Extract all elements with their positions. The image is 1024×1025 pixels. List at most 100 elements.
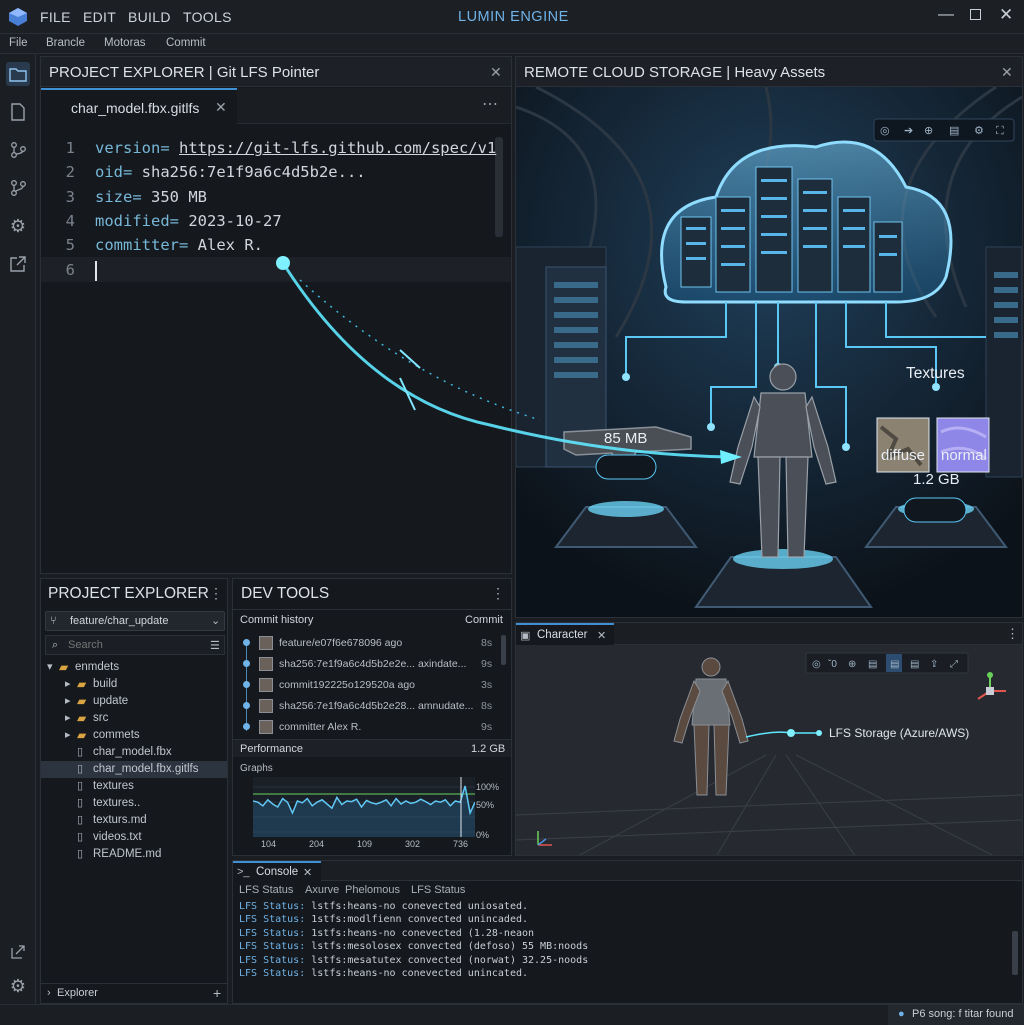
branch-selector[interactable]: ⑂ feature/char_update ⌄ — [45, 611, 225, 631]
commit-node-icon — [243, 660, 250, 667]
tree-item[interactable]: ▯ videos.txt — [41, 829, 227, 846]
tree-item[interactable]: ▸ ▰ build — [41, 676, 227, 693]
search-box[interactable]: ⌕ ☰ — [45, 635, 225, 655]
tab-close-icon[interactable]: ✕ — [597, 629, 606, 642]
commit-time: 8s — [481, 700, 493, 712]
performance-graph — [253, 777, 475, 837]
commit-row[interactable]: commit192225o129520a ago 3s — [233, 675, 501, 695]
line-number: 6 — [65, 260, 75, 279]
export-icon[interactable] — [6, 940, 30, 964]
commit-column-header: Commit — [465, 614, 503, 626]
explorer-footer-label[interactable]: Explorer — [57, 987, 98, 999]
console-filter-tab[interactable]: Axurve — [305, 884, 339, 896]
code-line[interactable]: modified= 2023-10-27 — [95, 212, 282, 230]
chevron-right-icon: ▸ — [65, 678, 71, 690]
avatar — [259, 720, 273, 734]
menu-build[interactable]: BUILD — [128, 9, 171, 25]
lfs-storage-label: LFS Storage (Azure/AWS) — [829, 726, 970, 740]
more-vertical-icon[interactable]: ⋮ — [209, 585, 223, 602]
svg-text:▤: ▤ — [868, 659, 877, 670]
tree-item[interactable]: ▸ ▰ commets — [41, 727, 227, 744]
character-viewport: ◎ ˇ0 ⊕ ▤ ▤ ▤ ⇪ ⤢ — [516, 645, 1022, 855]
console-line-prefix: LFS Status: — [239, 954, 306, 966]
submenu-file[interactable]: File — [9, 37, 28, 49]
code-line[interactable]: oid= sha256:7e1f9a6c4d5b2e... — [95, 163, 366, 181]
code-key: size= — [95, 187, 142, 206]
commit-row[interactable]: feature/e07f6e678096 ago 8s — [233, 633, 501, 653]
more-vertical-icon[interactable]: ⋮ — [491, 585, 505, 602]
tree-item-label: src — [93, 712, 109, 724]
code-line[interactable]: version= https://git-lfs.github.com/spec… — [95, 139, 496, 157]
console-line-prefix: LFS Status: — [239, 914, 306, 926]
file-icon: ▯ — [77, 797, 84, 809]
console-filter-tab[interactable]: Phelomous — [345, 884, 400, 896]
console-line-prefix: LFS Status: — [239, 901, 306, 912]
svg-text:⤢: ⤢ — [950, 659, 958, 670]
more-options-icon[interactable]: ⋯ — [482, 94, 498, 114]
line-number: 2 — [65, 163, 75, 182]
commit-time: 8s — [481, 637, 493, 649]
chevron-right-icon[interactable]: › — [47, 987, 51, 999]
tree-item[interactable]: ▯ texturs.md — [41, 812, 227, 829]
tree-item[interactable]: ▸ ▰ update — [41, 693, 227, 710]
branch-icon: ⑂ — [50, 615, 57, 627]
submenu-motoras[interactable]: Motoras — [104, 37, 146, 49]
code-key: version= — [95, 139, 170, 157]
console-filter-tab[interactable]: LFS Status — [239, 884, 293, 896]
tree-item-label: texturs.md — [93, 814, 147, 826]
normal-label: normal — [941, 447, 987, 464]
folder-icon: ▰ — [77, 728, 87, 742]
filter-icon[interactable]: ☰ — [210, 639, 220, 652]
add-icon[interactable]: + — [213, 985, 221, 1001]
commit-row[interactable]: committer Alex R. 9s — [233, 717, 501, 737]
tree-item[interactable]: ▯ textures.. — [41, 795, 227, 812]
tree-item[interactable]: ▯ README.md — [41, 846, 227, 863]
search-input[interactable] — [68, 637, 198, 653]
gear-icon[interactable]: ⚙ — [6, 974, 30, 998]
console-line-prefix: LFS Status: — [239, 941, 306, 953]
more-vertical-icon[interactable]: ⋮ — [1006, 626, 1019, 642]
external-link-icon[interactable] — [6, 252, 30, 276]
tree-item[interactable]: ▯ char_model.fbx — [41, 744, 227, 761]
svg-text:⊕: ⊕ — [848, 659, 856, 670]
console-filter-tab[interactable]: LFS Status — [411, 884, 465, 896]
source-control-icon[interactable] — [6, 138, 30, 162]
code-line[interactable]: size= 350 MB — [95, 188, 207, 206]
character-tab[interactable]: ▣ Character ✕ — [516, 623, 614, 645]
commit-message: sha256:7e1f9a6c4d5b2e28... amnudate... — [279, 700, 474, 712]
status-item[interactable]: ● P6 song: f titar found — [888, 1005, 1024, 1025]
commit-row[interactable]: sha256:7e1f9a6c4d5b2e28... amnudate... 8s — [233, 696, 501, 716]
editor-tab-bar: char_model.fbx.gitlfs ✕ ⋯ — [41, 88, 511, 124]
close-window-icon[interactable]: ✕ — [999, 5, 1013, 25]
code-line[interactable]: committer= Alex R. — [95, 236, 263, 254]
console-scrollbar[interactable] — [1012, 931, 1018, 975]
menu-file[interactable]: FILE — [40, 9, 71, 25]
commit-scrollbar[interactable] — [501, 635, 506, 665]
file-icon[interactable] — [6, 100, 30, 124]
tab-close-icon[interactable]: ✕ — [215, 99, 227, 116]
branch-icon[interactable] — [6, 176, 30, 200]
minimize-icon[interactable]: — — [938, 6, 954, 24]
code-key: oid= — [95, 163, 133, 182]
tree-item[interactable]: ▯ textures — [41, 778, 227, 795]
menu-edit[interactable]: EDIT — [83, 9, 116, 25]
close-icon[interactable]: ✕ — [490, 64, 502, 81]
tree-item[interactable]: ▸ ▰ src — [41, 710, 227, 727]
editor-tab[interactable]: char_model.fbx.gitlfs ✕ — [41, 88, 237, 124]
tab-close-icon[interactable]: ✕ — [303, 866, 312, 879]
menu-tools[interactable]: TOOLS — [183, 9, 232, 25]
code-key: committer= — [95, 236, 189, 255]
chevron-right-icon: ▸ — [65, 712, 71, 724]
explorer-icon[interactable] — [6, 62, 30, 86]
line-number: 4 — [65, 211, 75, 230]
submenu-branch[interactable]: Brancle — [46, 37, 85, 49]
tree-item[interactable]: ▾ ▰ enmdets — [41, 659, 227, 676]
maximize-icon[interactable] — [970, 9, 981, 20]
console-tab[interactable]: >_ Console ✕ — [233, 861, 321, 881]
submenu-commit[interactable]: Commit — [166, 37, 206, 49]
dev-tools-title: DEV TOOLS — [241, 585, 330, 602]
commit-row[interactable]: sha256:7e1f9a6c4d5b2e2e... axindate... 9s — [233, 654, 501, 674]
settings-gear-icon[interactable]: ⚙ — [6, 214, 30, 238]
tree-item[interactable]: ▯ char_model.fbx.gitlfs — [41, 761, 227, 778]
close-icon[interactable]: ✕ — [1001, 64, 1013, 81]
